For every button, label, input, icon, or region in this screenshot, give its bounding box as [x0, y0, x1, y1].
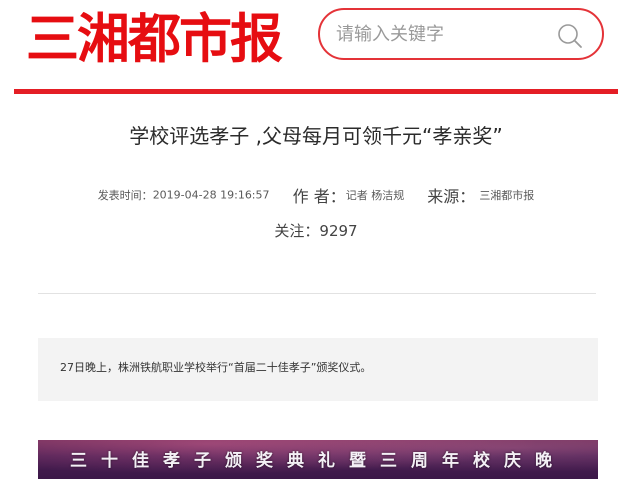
source-value: 三湘都市报 [479, 189, 535, 202]
article-photo[interactable]: 三十佳孝子颁奖典礼暨三周年校庆晚 [38, 440, 598, 479]
search-box[interactable]: 请输入关键字 [318, 8, 604, 60]
site-logo[interactable]: 三湘都市报 [26, 10, 283, 70]
views-value: 9297 [319, 222, 358, 240]
page: 三湘都市报 请输入关键字 学校评选孝子 ,父母每月可领千元“孝亲奖” 发表时间：… [0, 0, 632, 479]
article-meta: 发表时间：2019-04-28 19:16:57 作 者：记者 杨洁规 来源：三… [0, 183, 632, 207]
views-label: 关注： [274, 222, 320, 240]
search-input[interactable]: 请输入关键字 [336, 23, 444, 47]
photo-banner-text: 三十佳孝子颁奖典礼暨三周年校庆晚 [70, 451, 566, 471]
published-label: 发表时间： [97, 189, 153, 202]
author-value: 记者 杨洁规 [345, 189, 405, 202]
header-divider [14, 89, 618, 94]
article-summary: 27日晚上，株洲铁航职业学校举行“首届二十佳孝子”颁奖仪式。 [60, 361, 372, 374]
published-value: 2019-04-28 19:16:57 [152, 188, 270, 202]
source-label: 来源： [427, 187, 476, 206]
search-icon[interactable] [556, 22, 584, 50]
article-summary-box: 27日晚上，株洲铁航职业学校举行“首届二十佳孝子”颁奖仪式。 [38, 338, 598, 401]
content-divider [38, 293, 596, 294]
views-count: 关注：9297 [0, 220, 632, 241]
article-title: 学校评选孝子 ,父母每月可领千元“孝亲奖” [129, 124, 503, 148]
author-label: 作 者： [292, 187, 346, 206]
